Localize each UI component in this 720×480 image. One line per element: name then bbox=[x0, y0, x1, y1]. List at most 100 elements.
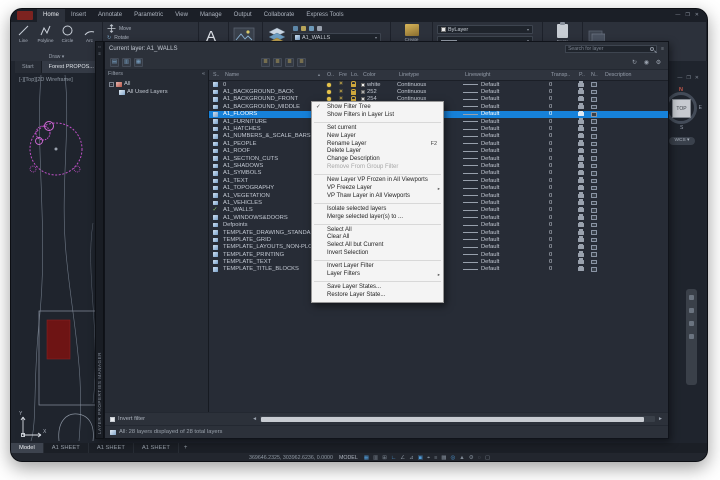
horizontal-scrollbar[interactable] bbox=[260, 416, 655, 422]
layout-tab-a1-sheet[interactable]: A1 SHEET bbox=[89, 443, 134, 453]
line-tool[interactable]: Line bbox=[15, 24, 32, 43]
paste-icon[interactable] bbox=[557, 24, 568, 38]
vp-freeze-cell[interactable] bbox=[587, 164, 601, 169]
vp-freeze-cell[interactable] bbox=[587, 171, 601, 176]
vp-freeze-cell[interactable] bbox=[587, 238, 601, 243]
set-current-button[interactable]: ≣ bbox=[297, 58, 306, 67]
vp-freeze-cell[interactable] bbox=[587, 112, 601, 117]
plot-cell[interactable] bbox=[575, 164, 587, 168]
palette-menu-icon[interactable]: ≡ bbox=[661, 46, 664, 52]
transparency-cell[interactable]: 0 bbox=[547, 200, 575, 206]
layer-row[interactable]: 0☀whiteContinuousDefault0 bbox=[209, 81, 668, 88]
plot-cell[interactable] bbox=[575, 157, 587, 161]
plot-cell[interactable] bbox=[575, 216, 587, 220]
lineweight-cell[interactable]: Default bbox=[461, 119, 547, 125]
vp-freeze-cell[interactable] bbox=[587, 105, 601, 110]
transparency-cell[interactable]: 0 bbox=[547, 126, 575, 132]
column-header[interactable]: P.. bbox=[575, 72, 587, 78]
transparency-cell[interactable]: 0 bbox=[547, 96, 575, 102]
vp-freeze-cell[interactable] bbox=[587, 215, 601, 220]
vp-freeze-cell[interactable] bbox=[587, 223, 601, 228]
lineweight-cell[interactable]: Default bbox=[461, 244, 547, 250]
scroll-right-icon[interactable]: ► bbox=[658, 416, 663, 422]
vp-freeze-cell[interactable] bbox=[587, 82, 601, 87]
vp-freeze-cell[interactable] bbox=[587, 186, 601, 191]
snap-icon[interactable]: ▥ bbox=[373, 453, 378, 462]
transparency-cell[interactable]: 0 bbox=[547, 237, 575, 243]
menu-item[interactable]: Select All but Current bbox=[312, 242, 443, 250]
scroll-left-icon[interactable]: ◄ bbox=[252, 416, 257, 422]
compass-east[interactable]: E bbox=[699, 105, 702, 111]
layout-tab-a1-sheet[interactable]: A1 SHEET bbox=[134, 443, 179, 453]
lineweight-cell[interactable]: Default bbox=[461, 259, 547, 265]
vp-freeze-cell[interactable] bbox=[587, 142, 601, 147]
layer-states-button[interactable]: ▦ bbox=[134, 58, 143, 67]
color-cell[interactable]: 252 bbox=[359, 89, 395, 95]
draw-panel-label[interactable]: Draw ▾ bbox=[11, 54, 102, 60]
filter-tree-item[interactable]: All Used Layers bbox=[105, 88, 208, 96]
collapse-filters-icon[interactable]: « bbox=[202, 71, 205, 79]
layout-tab-a1-sheet[interactable]: A1 SHEET bbox=[44, 443, 89, 453]
menu-item[interactable]: Rename LayerF2 bbox=[312, 141, 443, 149]
plot-cell[interactable] bbox=[575, 267, 587, 271]
lineweight-cell[interactable]: Default bbox=[461, 89, 547, 95]
transparency-cell[interactable]: 0 bbox=[547, 170, 575, 176]
menu-item[interactable]: Clear All bbox=[312, 234, 443, 242]
color-cell[interactable]: white bbox=[359, 82, 395, 88]
plot-cell[interactable] bbox=[575, 134, 587, 138]
vp-freeze-cell[interactable] bbox=[587, 201, 601, 206]
transparency-cell[interactable]: 0 bbox=[547, 185, 575, 191]
lineweight-cell[interactable]: Default bbox=[461, 230, 547, 236]
invert-filter-checkbox[interactable] bbox=[110, 417, 115, 422]
ortho-icon[interactable]: ∟ bbox=[391, 453, 396, 462]
lineweight-cell[interactable]: Default bbox=[461, 133, 547, 139]
polar-icon[interactable]: ∠ bbox=[400, 453, 405, 462]
menu-item[interactable]: New Layer bbox=[312, 133, 443, 141]
vp-freeze-cell[interactable] bbox=[587, 252, 601, 257]
lineweight-cell[interactable]: Default bbox=[461, 141, 547, 147]
plot-cell[interactable] bbox=[575, 186, 587, 190]
search-input[interactable]: Search for layer bbox=[565, 45, 657, 53]
lineweight-cell[interactable]: Default bbox=[461, 237, 547, 243]
lineweight-cell[interactable]: Default bbox=[461, 215, 547, 221]
column-header[interactable]: S.. bbox=[209, 72, 221, 78]
column-header[interactable]: Description bbox=[601, 72, 668, 78]
grid-icon[interactable]: ▦ bbox=[364, 453, 369, 462]
palette-title-strip[interactable]: ⇔ ≡ LAYER PROPERTIES MANAGER bbox=[95, 41, 104, 439]
viewcube[interactable]: TOP N E S W bbox=[664, 87, 700, 133]
transparency-cell[interactable]: 0 bbox=[547, 163, 575, 169]
restore-button[interactable]: ❐ bbox=[685, 9, 689, 22]
lineweight-icon[interactable]: ≡ bbox=[434, 453, 437, 462]
circle-tool[interactable]: Circle bbox=[59, 24, 76, 43]
column-header[interactable]: O.. bbox=[323, 72, 335, 78]
menu-item[interactable]: Show Filter Tree✓ bbox=[312, 104, 443, 112]
ribbon-tab-output[interactable]: Output bbox=[228, 9, 258, 22]
lineweight-cell[interactable]: Default bbox=[461, 185, 547, 191]
vp-freeze-cell[interactable] bbox=[587, 208, 601, 213]
menu-item[interactable]: VP Thaw Layer in All Viewports bbox=[312, 193, 443, 201]
menu-item[interactable]: Select All bbox=[312, 227, 443, 235]
menu-item[interactable]: New Layer VP Frozen in All Viewports bbox=[312, 177, 443, 185]
plot-cell[interactable] bbox=[575, 253, 587, 257]
menu-item[interactable]: Merge selected layer(s) to ... bbox=[312, 214, 443, 222]
lineweight-cell[interactable]: Default bbox=[461, 96, 547, 102]
vp-freeze-cell[interactable] bbox=[587, 267, 601, 272]
vp-freeze-cell[interactable] bbox=[587, 119, 601, 124]
viewport-controls[interactable]: [-][Top][2D Wireframe] bbox=[19, 77, 73, 83]
lock-cell[interactable] bbox=[347, 89, 359, 95]
status-icon[interactable]: ◉ bbox=[642, 58, 651, 67]
plot-cell[interactable] bbox=[575, 112, 587, 116]
on-cell[interactable] bbox=[323, 90, 335, 94]
file-tab[interactable]: Forest PROPOS... bbox=[42, 61, 102, 73]
vp-freeze-cell[interactable] bbox=[587, 179, 601, 184]
settings-gear-icon[interactable]: ⚙ bbox=[654, 58, 663, 67]
lineweight-cell[interactable]: Default bbox=[461, 222, 547, 228]
lineweight-cell[interactable]: Default bbox=[461, 82, 547, 88]
ribbon-tab-view[interactable]: View bbox=[169, 9, 194, 22]
layer-list-header[interactable]: S..Name▲O..Fre..Lo..ColorLinetypeLinewei… bbox=[209, 70, 668, 81]
column-header[interactable]: Fre.. bbox=[335, 72, 347, 78]
polyline-tool[interactable]: Polyline bbox=[37, 24, 54, 43]
file-tab[interactable]: Start bbox=[15, 61, 42, 73]
model-space-button[interactable]: MODEL bbox=[337, 455, 360, 461]
lineweight-cell[interactable]: Default bbox=[461, 266, 547, 272]
